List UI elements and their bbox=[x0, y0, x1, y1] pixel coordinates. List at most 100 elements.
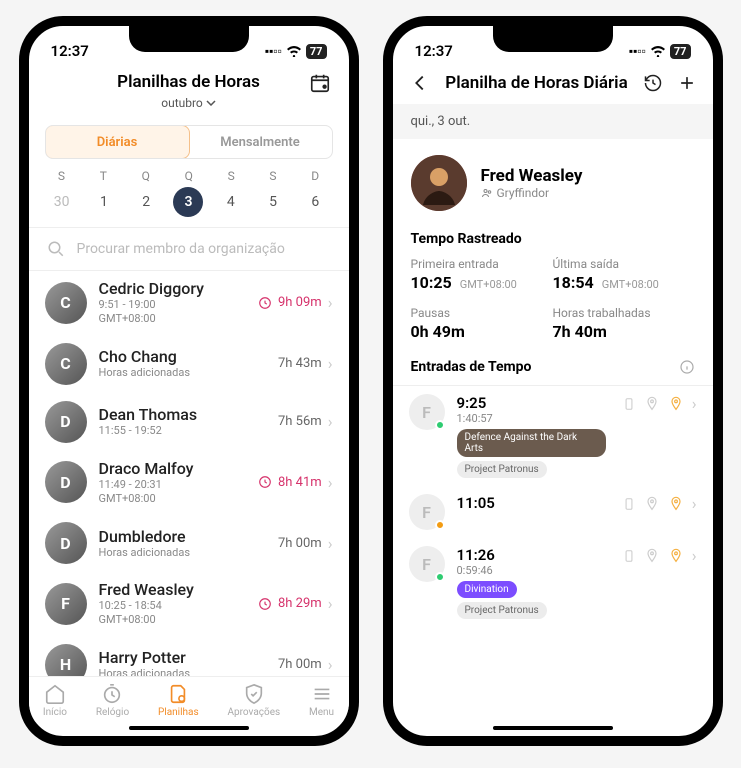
member-name: Draco Malfoy bbox=[99, 459, 246, 478]
date-cell[interactable]: 3 bbox=[173, 187, 203, 217]
entry-time: 11:26 bbox=[457, 546, 610, 564]
member-row[interactable]: CCho ChangHoras adicionadas7h 43m› bbox=[29, 335, 349, 393]
battery-icon: 77 bbox=[670, 44, 691, 59]
entry-avatar: F bbox=[409, 546, 445, 582]
member-duration: 7h 00m› bbox=[278, 655, 333, 674]
month-selector[interactable]: outubro bbox=[161, 96, 216, 110]
tab-daily[interactable]: Diárias bbox=[45, 125, 190, 159]
device-icon[interactable] bbox=[622, 547, 636, 565]
battery-icon: 77 bbox=[306, 44, 327, 59]
wifi-icon bbox=[286, 45, 302, 57]
weekday-label: S bbox=[58, 169, 65, 183]
member-name: Dean Thomas bbox=[99, 405, 266, 424]
team-icon bbox=[481, 187, 493, 199]
pin-icon[interactable] bbox=[668, 395, 684, 413]
first-in-cell: Primeira entrada 10:25 GMT+08:00 bbox=[411, 257, 553, 292]
chevron-right-icon: › bbox=[328, 293, 333, 312]
wifi-icon bbox=[650, 45, 666, 57]
user-name: Fred Weasley bbox=[481, 166, 583, 186]
home-indicator bbox=[493, 726, 613, 730]
tab-approvals[interactable]: Aprovações bbox=[227, 683, 280, 718]
view-segmented-control: Diárias Mensalmente bbox=[45, 125, 333, 159]
chevron-right-icon: › bbox=[328, 354, 333, 373]
member-duration: 7h 00m› bbox=[278, 534, 333, 553]
member-row[interactable]: CCedric Diggory9:51 - 19:00GMT+08:009h 0… bbox=[29, 271, 349, 335]
date-cell[interactable]: 2 bbox=[131, 187, 161, 217]
avatar: D bbox=[45, 401, 87, 443]
member-row[interactable]: DDean Thomas11:55 - 19:527h 56m› bbox=[29, 393, 349, 451]
avatar: D bbox=[45, 522, 87, 564]
date-cell[interactable]: 4 bbox=[216, 187, 246, 217]
tab-menu[interactable]: Menu bbox=[309, 683, 334, 718]
tab-label: Aprovações bbox=[227, 707, 280, 718]
member-name: Harry Potter bbox=[99, 648, 266, 667]
tab-sheets[interactable]: Planilhas bbox=[158, 683, 199, 718]
back-button[interactable] bbox=[409, 72, 431, 94]
time-entry[interactable]: F 11:05 › bbox=[393, 486, 713, 538]
device-icon[interactable] bbox=[622, 395, 636, 413]
member-meta: Horas adicionadas bbox=[99, 366, 266, 380]
tab-monthly[interactable]: Mensalmente bbox=[189, 126, 332, 158]
date-cell[interactable]: 6 bbox=[300, 187, 330, 217]
project-tag: Project Patronus bbox=[457, 602, 547, 619]
info-icon[interactable] bbox=[679, 359, 695, 375]
member-meta: 11:49 - 20:31GMT+08:00 bbox=[99, 478, 246, 507]
member-meta: Horas adicionadas bbox=[99, 546, 266, 560]
weekday-row: S T Q Q S S D bbox=[29, 169, 349, 187]
time-summary-grid: Primeira entrada 10:25 GMT+08:00 Última … bbox=[393, 257, 713, 355]
history-icon[interactable] bbox=[643, 73, 663, 93]
stopwatch-icon bbox=[101, 683, 123, 705]
weekday-label: Q bbox=[142, 169, 150, 183]
pin-icon[interactable] bbox=[668, 547, 684, 565]
worked-cell: Horas trabalhadas 7h 40m bbox=[553, 306, 695, 341]
tab-label: Menu bbox=[309, 707, 334, 718]
search-placeholder: Procurar membro da organização bbox=[77, 241, 285, 257]
time-entry[interactable]: F9:251:40:57Defence Against the Dark Art… bbox=[393, 386, 713, 486]
member-meta: 9:51 - 19:00GMT+08:00 bbox=[99, 298, 246, 327]
pin-icon[interactable] bbox=[644, 547, 660, 565]
search-row[interactable]: Procurar membro da organização bbox=[29, 228, 349, 270]
sheet-icon bbox=[167, 683, 189, 705]
member-row[interactable]: D DumbledoreHoras adicionadas 7h 00m› bbox=[29, 514, 349, 572]
chevron-right-icon: › bbox=[692, 494, 697, 513]
date-cell[interactable]: 1 bbox=[89, 187, 119, 217]
team-label: Gryffindor bbox=[497, 186, 550, 200]
pin-icon[interactable] bbox=[668, 495, 684, 513]
device-icon[interactable] bbox=[622, 495, 636, 513]
time-entry[interactable]: F11:260:59:46DivinationProject Patronus› bbox=[393, 538, 713, 627]
weekday-label: T bbox=[100, 169, 107, 183]
avatar: F bbox=[45, 583, 87, 625]
first-in-label: Primeira entrada bbox=[411, 257, 553, 271]
right-phone: 12:37 ▪▪▫▫ 77 Planilha de Horas Diária q… bbox=[383, 16, 723, 746]
project-tag: Divination bbox=[457, 581, 517, 598]
member-name: Dumbledore bbox=[99, 527, 266, 546]
chevron-right-icon: › bbox=[328, 534, 333, 553]
notch bbox=[129, 26, 249, 52]
entry-actions: › bbox=[622, 494, 697, 513]
date-cell[interactable]: 5 bbox=[258, 187, 288, 217]
pin-icon[interactable] bbox=[644, 495, 660, 513]
status-time: 12:37 bbox=[415, 42, 453, 60]
entry-duration: 0:59:46 bbox=[457, 564, 610, 577]
project-tag: Defence Against the Dark Arts bbox=[457, 429, 606, 457]
member-name: Cho Chang bbox=[99, 347, 266, 366]
last-out-cell: Última saída 18:54 GMT+08:00 bbox=[553, 257, 695, 292]
tab-home[interactable]: Início bbox=[43, 683, 67, 718]
pin-icon[interactable] bbox=[644, 395, 660, 413]
member-row[interactable]: FFred Weasley10:25 - 18:54GMT+08:008h 29… bbox=[29, 572, 349, 636]
entries-title: Entradas de Tempo bbox=[411, 359, 532, 375]
entry-time: 11:05 bbox=[457, 494, 610, 512]
weekday-label: Q bbox=[185, 169, 193, 183]
member-row[interactable]: HHarry PotterHoras adicionadas7h 00m› bbox=[29, 636, 349, 676]
date-cell[interactable]: 30 bbox=[47, 187, 77, 217]
entry-avatar: F bbox=[409, 494, 445, 530]
header: Planilhas de Horas outubro bbox=[29, 66, 349, 119]
chevron-right-icon: › bbox=[328, 594, 333, 613]
chevron-down-icon bbox=[206, 100, 216, 106]
member-row[interactable]: DDraco Malfoy11:49 - 20:31GMT+08:008h 41… bbox=[29, 451, 349, 515]
tab-clock[interactable]: Relógio bbox=[96, 683, 129, 718]
month-label: outubro bbox=[161, 96, 203, 110]
add-button[interactable] bbox=[677, 73, 697, 93]
entry-avatar: F bbox=[409, 394, 445, 430]
calendar-icon[interactable] bbox=[309, 72, 331, 94]
